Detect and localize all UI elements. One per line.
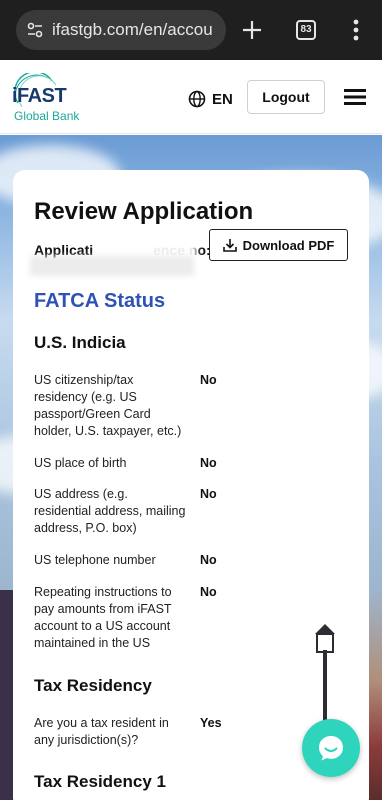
answer-value: No <box>200 585 217 599</box>
tax-residency-1-title: Tax Residency 1 <box>34 772 166 791</box>
redaction-blur <box>30 256 194 276</box>
language-label: EN <box>212 90 233 108</box>
tower-silhouette <box>0 590 14 800</box>
globe-icon <box>188 90 206 108</box>
site-header: iFAST Global Bank EN Logout <box>0 60 382 134</box>
chat-icon <box>319 736 343 761</box>
answer-value: No <box>200 373 217 387</box>
site-settings-icon[interactable] <box>26 21 44 39</box>
logout-button[interactable]: Logout <box>247 80 325 114</box>
more-vert-icon[interactable] <box>352 18 360 42</box>
download-icon <box>222 239 237 252</box>
question-text: US place of birth <box>34 456 127 470</box>
question-text: US address (e.g. residential address, ma… <box>34 487 186 535</box>
section-title: FATCA Status <box>34 290 166 312</box>
language-switcher[interactable]: EN <box>188 89 233 109</box>
answer-value: No <box>200 487 217 501</box>
chat-button[interactable] <box>302 719 360 777</box>
hamburger-menu-icon[interactable] <box>344 89 366 105</box>
answer-value: No <box>200 553 217 567</box>
question-text: Are you a tax resident in any jurisdicti… <box>34 716 169 747</box>
answer-value: No <box>200 456 217 470</box>
logo-subtext: Global Bank <box>14 109 80 123</box>
page-title: Review Application <box>34 198 254 225</box>
question-text: Repeating instructions to pay amounts fr… <box>34 585 172 650</box>
browser-toolbar: ifastgb.com/en/accou 83 <box>0 0 382 60</box>
us-indicia-title: U.S. Indicia <box>34 333 126 352</box>
question-text: US citizenship/tax residency (e.g. US pa… <box>34 373 182 438</box>
download-pdf-label: Download PDF <box>242 237 335 253</box>
question-text: US telephone number <box>34 553 156 567</box>
plus-icon[interactable] <box>240 18 264 42</box>
logo-text: iFAST <box>12 85 67 107</box>
address-bar[interactable]: ifastgb.com/en/accou <box>16 10 226 50</box>
tab-switcher-icon[interactable]: 83 <box>296 20 316 40</box>
answer-value: Yes <box>200 716 222 730</box>
download-pdf-button[interactable]: Download PDF <box>209 229 348 261</box>
url-text[interactable]: ifastgb.com/en/accou <box>52 20 213 40</box>
tax-residency-title: Tax Residency <box>34 676 152 695</box>
